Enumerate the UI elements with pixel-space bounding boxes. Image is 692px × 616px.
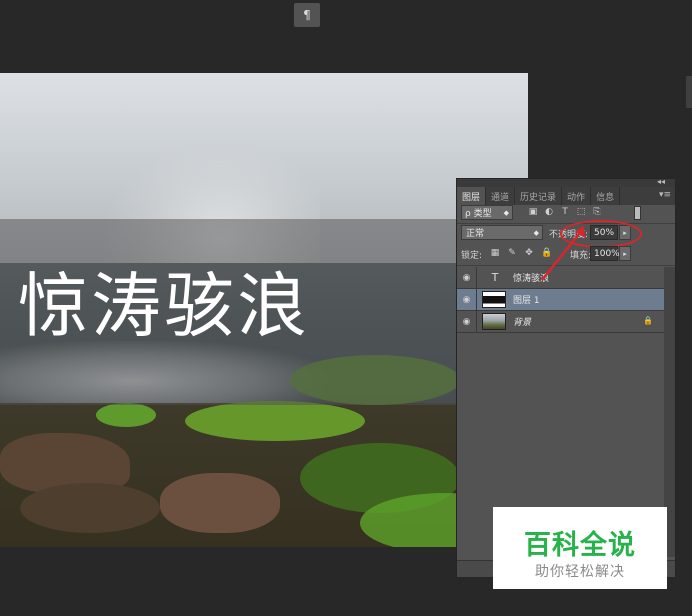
canvas-moss bbox=[96, 403, 156, 427]
adjustment-icon[interactable]: ◐ bbox=[544, 207, 554, 217]
lock-transparent-pixels-icon[interactable]: ▦ bbox=[490, 248, 500, 258]
layer-name: 图层 1 bbox=[513, 296, 540, 306]
lock-position-icon[interactable]: ✥ bbox=[524, 248, 534, 258]
annotation-circle bbox=[560, 220, 642, 248]
eye-icon[interactable]: ◉ bbox=[457, 311, 477, 332]
tab-actions[interactable]: 动作 bbox=[562, 187, 592, 205]
tab-channels[interactable]: 通道 bbox=[486, 187, 516, 205]
fill-input[interactable]: 100% bbox=[590, 246, 620, 261]
tab-history[interactable]: 历史记录 bbox=[515, 187, 563, 205]
layer-thumbnail bbox=[482, 291, 506, 308]
panel-menu-icon[interactable]: ▾≡ bbox=[659, 190, 671, 200]
divider bbox=[457, 265, 675, 266]
watermark-logo: 百科全说 助你轻松解决 bbox=[493, 507, 667, 589]
tab-info[interactable]: 信息 bbox=[591, 187, 621, 205]
panel-tabs: 图层 通道 历史记录 动作 信息 ▾≡ bbox=[457, 187, 675, 205]
paragraph-icon[interactable]: ¶ bbox=[294, 3, 320, 27]
tab-layers[interactable]: 图层 bbox=[457, 187, 487, 205]
lock-all-icon[interactable]: 🔒 bbox=[541, 248, 552, 258]
document-canvas[interactable]: 惊涛骇浪 bbox=[0, 73, 528, 547]
blend-row: 正常 ◆ 不透明度: 50% ▸ bbox=[457, 220, 675, 248]
shape-icon[interactable]: ⬚ bbox=[576, 207, 586, 217]
text-layer-icon: T bbox=[491, 271, 499, 284]
canvas-rock bbox=[20, 483, 160, 533]
panel-title-strip[interactable]: ◂◂ bbox=[457, 178, 675, 187]
image-icon[interactable]: ▣ bbox=[528, 207, 538, 217]
layer-name: 背景 bbox=[513, 318, 532, 328]
smart-object-icon[interactable]: ⎘ bbox=[592, 207, 602, 217]
fill-label: 填充: bbox=[570, 251, 592, 261]
fill-slider-button[interactable]: ▸ bbox=[619, 246, 631, 261]
watermark-subtitle: 助你轻松解决 bbox=[535, 564, 625, 580]
chevron-down-icon: ◆ bbox=[533, 228, 539, 237]
filter-kind-label: ρ 类型 bbox=[465, 209, 492, 219]
filter-toggle[interactable] bbox=[634, 206, 641, 220]
watermark-title: 百科全说 bbox=[524, 530, 636, 561]
canvas-rock bbox=[160, 473, 280, 533]
lock-label: 锁定: bbox=[461, 251, 483, 261]
chevron-down-icon: ◆ bbox=[503, 208, 509, 217]
lock-icon: 🔒 bbox=[643, 316, 653, 325]
canvas-moss bbox=[185, 401, 365, 441]
lock-image-pixels-icon[interactable]: ✎ bbox=[507, 248, 517, 258]
eye-icon[interactable]: ◉ bbox=[457, 267, 477, 288]
eye-icon[interactable]: ◉ bbox=[457, 289, 477, 310]
filter-kind-select[interactable]: ρ 类型 ◆ bbox=[461, 205, 513, 220]
layer-row-text[interactable]: ◉ T 惊涛骇浪 bbox=[457, 267, 665, 289]
blend-mode-select[interactable]: 正常 ◆ bbox=[461, 225, 543, 240]
lock-row: 锁定: ▦ ✎ ✥ 🔒 填充: 100% ▸ bbox=[457, 246, 675, 264]
layers-list: ◉ T 惊涛骇浪 ◉ 图层 1 ◉ 背景 🔒 bbox=[457, 267, 665, 333]
layer-name: 惊涛骇浪 bbox=[513, 274, 550, 284]
layer-row-layer1[interactable]: ◉ 图层 1 bbox=[457, 289, 665, 311]
blend-mode-value: 正常 bbox=[466, 229, 485, 239]
canvas-title-text: 惊涛骇浪 bbox=[18, 265, 310, 347]
layer-thumbnail bbox=[482, 313, 506, 330]
collapse-icon[interactable]: ◂◂ bbox=[657, 178, 665, 186]
layer-row-background[interactable]: ◉ 背景 🔒 bbox=[457, 311, 665, 333]
layer-filter-row: ρ 类型 ◆ ▣ ◐ T ⬚ ⎘ bbox=[457, 205, 675, 223]
divider bbox=[457, 223, 675, 224]
type-icon[interactable]: T bbox=[560, 207, 570, 217]
panel-dock-handle[interactable] bbox=[686, 76, 692, 108]
